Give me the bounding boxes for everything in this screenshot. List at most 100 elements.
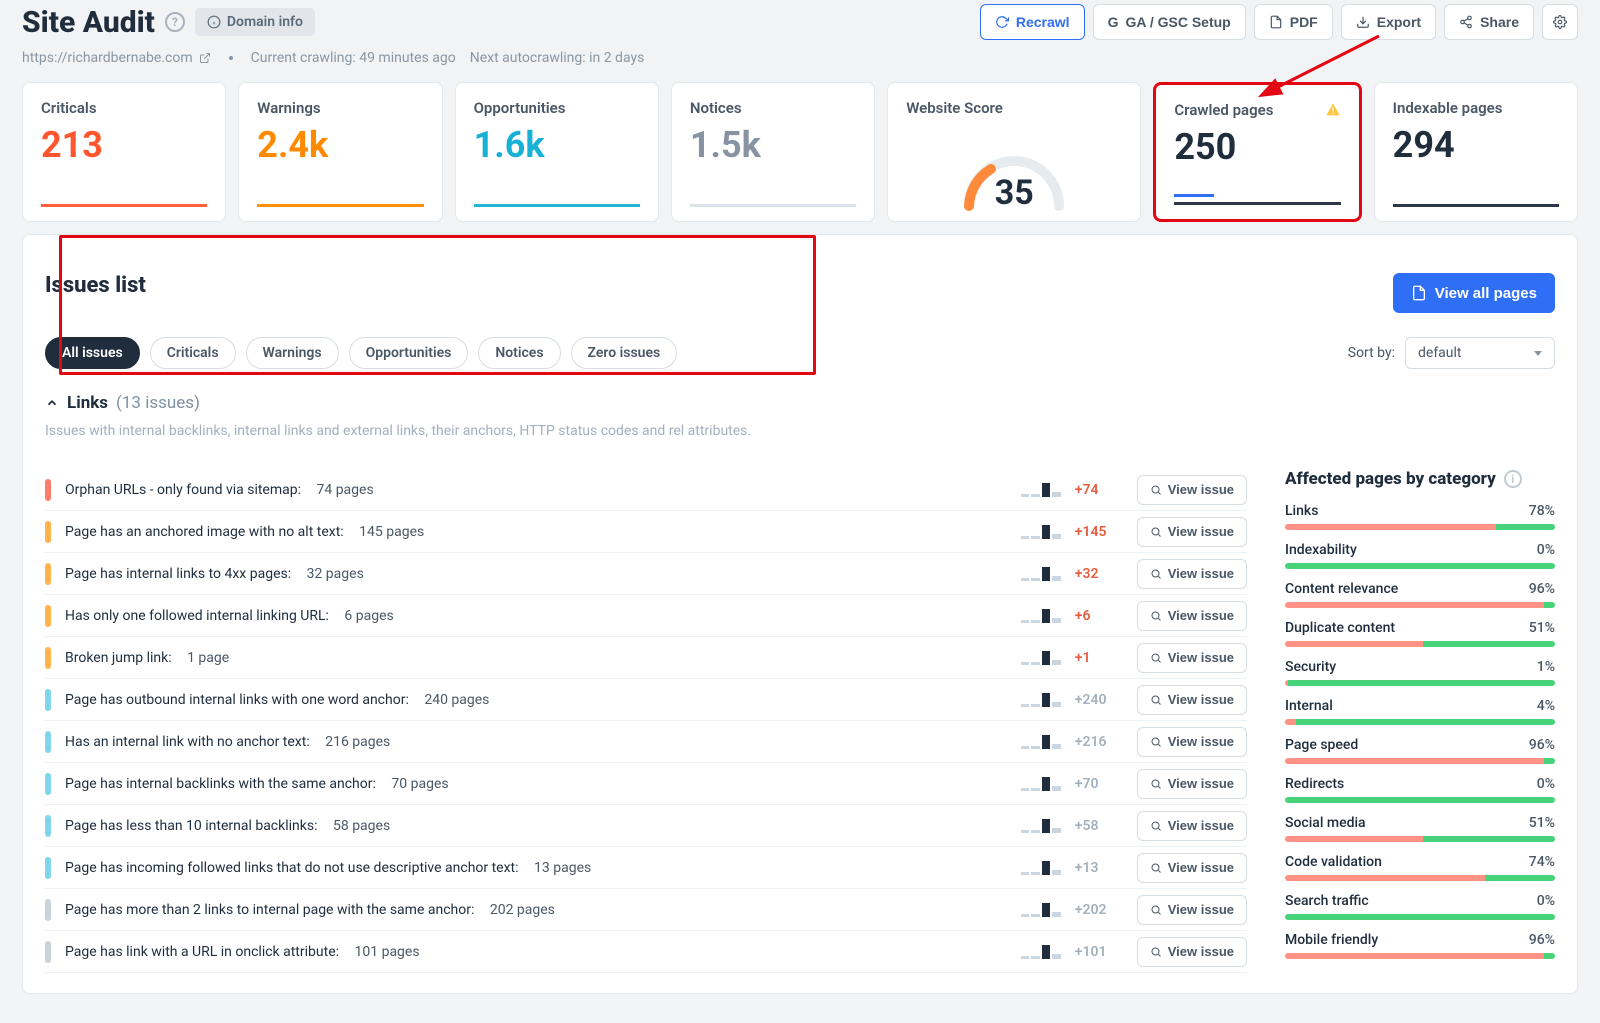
crawl-status: Current crawling: 49 minutes ago (251, 50, 456, 66)
help-icon[interactable]: ? (165, 12, 185, 32)
ga-setup-button[interactable]: G GA / GSC Setup (1093, 4, 1246, 40)
category-bar (1285, 797, 1555, 803)
severity-pill (45, 647, 51, 669)
card-opportunities[interactable]: Opportunities 1.6k (455, 82, 659, 222)
view-issue-button[interactable]: View issue (1137, 643, 1247, 673)
settings-button[interactable] (1542, 4, 1578, 40)
issue-row: Page has more than 2 links to internal p… (45, 889, 1247, 931)
export-button[interactable]: Export (1341, 4, 1436, 40)
category-name: Duplicate content (1285, 620, 1395, 636)
card-warnings[interactable]: Warnings 2.4k (238, 82, 442, 222)
category-name: Social media (1285, 815, 1366, 831)
category-page-speed[interactable]: Page speed96% (1285, 737, 1555, 764)
category-pct: 4% (1537, 698, 1555, 714)
filter-chip-criticals[interactable]: Criticals (150, 337, 236, 369)
severity-pill (45, 689, 51, 711)
links-section-count: (13 issues) (116, 393, 200, 413)
view-issue-button[interactable]: View issue (1137, 853, 1247, 883)
score-value: 35 (959, 173, 1069, 213)
issue-text[interactable]: Page has less than 10 internal backlinks… (65, 818, 1007, 834)
issue-row: Page has internal links to 4xx pages: 32… (45, 553, 1247, 595)
issue-text[interactable]: Page has link with a URL in onclick attr… (65, 944, 1007, 960)
recrawl-button[interactable]: Recrawl (980, 4, 1085, 40)
category-name: Search traffic (1285, 893, 1369, 909)
sort-select[interactable]: default (1405, 337, 1555, 369)
issue-text[interactable]: Page has more than 2 links to internal p… (65, 902, 1007, 918)
info-icon (207, 15, 221, 29)
issue-text[interactable]: Page has internal backlinks with the sam… (65, 776, 1007, 792)
issues-list: Orphan URLs - only found via sitemap: 74… (45, 469, 1247, 973)
filter-chip-all-issues[interactable]: All issues (45, 337, 140, 369)
delta-value: +58 (1075, 818, 1123, 834)
issue-text[interactable]: Has an internal link with no anchor text… (65, 734, 1007, 750)
category-internal[interactable]: Internal4% (1285, 698, 1555, 725)
view-issue-button[interactable]: View issue (1137, 475, 1247, 505)
category-content-relevance[interactable]: Content relevance96% (1285, 581, 1555, 608)
category-pct: 74% (1529, 854, 1555, 870)
issue-text[interactable]: Has only one followed internal linking U… (65, 608, 1007, 624)
category-duplicate-content[interactable]: Duplicate content51% (1285, 620, 1555, 647)
filter-chip-notices[interactable]: Notices (478, 337, 560, 369)
category-indexability[interactable]: Indexability0% (1285, 542, 1555, 569)
delta-value: +70 (1075, 776, 1123, 792)
view-issue-button[interactable]: View issue (1137, 517, 1247, 547)
view-issue-button[interactable]: View issue (1137, 685, 1247, 715)
category-bar (1285, 836, 1555, 842)
card-criticals[interactable]: Criticals 213 (22, 82, 226, 222)
share-button[interactable]: Share (1444, 4, 1534, 40)
issue-text[interactable]: Orphan URLs - only found via sitemap: 74… (65, 482, 1007, 498)
filter-chip-zero-issues[interactable]: Zero issues (571, 337, 678, 369)
issues-title: Issues list (45, 273, 146, 298)
filter-chip-opportunities[interactable]: Opportunities (349, 337, 469, 369)
search-icon (1150, 820, 1162, 832)
links-section-toggle[interactable]: Links (13 issues) (45, 393, 1555, 413)
card-crawled-value: 250 (1174, 129, 1340, 165)
category-name: Page speed (1285, 737, 1358, 753)
issue-text[interactable]: Page has outbound internal links with on… (65, 692, 1007, 708)
view-issue-button[interactable]: View issue (1137, 811, 1247, 841)
view-issue-button[interactable]: View issue (1137, 937, 1247, 967)
card-notices[interactable]: Notices 1.5k (671, 82, 875, 222)
issue-text[interactable]: Broken jump link: 1 page (65, 650, 1007, 666)
trend-spark (1021, 819, 1061, 833)
category-mobile-friendly[interactable]: Mobile friendly96% (1285, 932, 1555, 959)
delta-value: +216 (1075, 734, 1123, 750)
category-bar (1285, 875, 1555, 881)
filter-chip-warnings[interactable]: Warnings (246, 337, 339, 369)
issue-text[interactable]: Page has incoming followed links that do… (65, 860, 1007, 876)
document-icon (1411, 285, 1427, 301)
view-issue-button[interactable]: View issue (1137, 559, 1247, 589)
info-icon[interactable]: i (1504, 470, 1522, 488)
category-search-traffic[interactable]: Search traffic0% (1285, 893, 1555, 920)
card-crawled[interactable]: Crawled pages 250 (1153, 82, 1361, 222)
issue-text[interactable]: Page has internal links to 4xx pages: 32… (65, 566, 1007, 582)
card-crawled-label: Crawled pages (1174, 101, 1340, 119)
view-issue-button[interactable]: View issue (1137, 895, 1247, 925)
site-url-link[interactable]: https://richardbernabe.com (22, 50, 211, 66)
category-pct: 1% (1537, 659, 1555, 675)
severity-pill (45, 899, 51, 921)
trend-spark (1021, 651, 1061, 665)
category-links[interactable]: Links78% (1285, 503, 1555, 530)
issue-row: Orphan URLs - only found via sitemap: 74… (45, 469, 1247, 511)
view-all-pages-button[interactable]: View all pages (1393, 273, 1555, 313)
category-code-validation[interactable]: Code validation74% (1285, 854, 1555, 881)
issue-row: Broken jump link: 1 page+1View issue (45, 637, 1247, 679)
category-social-media[interactable]: Social media51% (1285, 815, 1555, 842)
category-redirects[interactable]: Redirects0% (1285, 776, 1555, 803)
view-issue-button[interactable]: View issue (1137, 601, 1247, 631)
issue-text[interactable]: Page has an anchored image with no alt t… (65, 524, 1007, 540)
card-score[interactable]: Website Score 35 (887, 82, 1141, 222)
category-security[interactable]: Security1% (1285, 659, 1555, 686)
ga-label: GA / GSC Setup (1125, 14, 1230, 30)
card-notices-label: Notices (690, 99, 856, 117)
category-bar (1285, 680, 1555, 686)
category-name: Links (1285, 503, 1318, 519)
view-issue-button[interactable]: View issue (1137, 727, 1247, 757)
pdf-button[interactable]: PDF (1254, 4, 1333, 40)
domain-info-chip[interactable]: Domain info (195, 8, 315, 36)
card-indexable[interactable]: Indexable pages 294 (1374, 82, 1578, 222)
trend-spark (1021, 609, 1061, 623)
view-issue-button[interactable]: View issue (1137, 769, 1247, 799)
search-icon (1150, 694, 1162, 706)
